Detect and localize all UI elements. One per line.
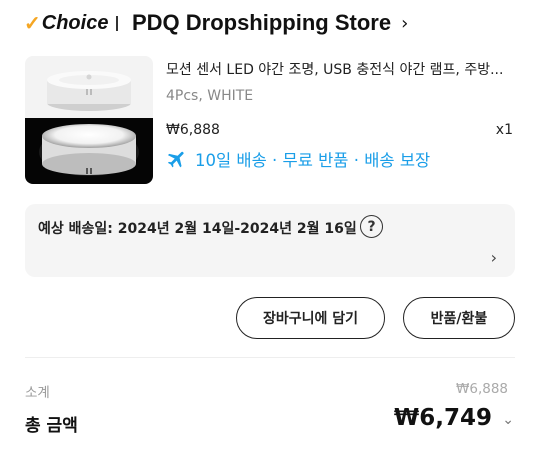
choice-logo: ✓ Choice xyxy=(24,11,108,36)
product-image-bottom xyxy=(25,118,153,184)
shipping-info: 10일 배송 · 무료 반품 · 배송 보장 xyxy=(166,147,430,171)
chevron-right-icon[interactable]: › xyxy=(491,248,497,267)
product-image[interactable] xyxy=(25,56,153,184)
subtotal-value: ₩6,888 xyxy=(456,381,508,397)
product-quantity: x1 xyxy=(495,122,513,138)
product-price: ₩6,888 xyxy=(166,122,220,138)
help-icon[interactable]: ? xyxy=(360,215,383,238)
subtotal-label: 소계 xyxy=(25,385,50,401)
store-header[interactable]: ✓ Choice PDQ Dropshipping Store › xyxy=(24,8,408,38)
header-divider xyxy=(116,15,118,31)
choice-label: Choice xyxy=(41,11,109,34)
shipping-text: 10일 배송 · 무료 반품 · 배송 보장 xyxy=(195,151,431,170)
airplane-icon xyxy=(167,151,184,168)
return-refund-button[interactable]: 반품/환불 xyxy=(403,297,515,339)
chevron-down-icon[interactable]: ⌄ xyxy=(502,412,514,428)
total-label: 총 금액 xyxy=(25,416,78,436)
check-icon: ✓ xyxy=(24,12,41,35)
divider xyxy=(25,357,515,358)
add-to-cart-button[interactable]: 장바구니에 담기 xyxy=(236,297,385,339)
product-title[interactable]: 모션 센서 LED 야간 조명, USB 충전식 야간 램프, 주방... xyxy=(166,59,516,79)
chevron-right-icon[interactable]: › xyxy=(401,13,408,34)
total-value: ₩6,749 xyxy=(393,405,492,431)
product-image-top xyxy=(25,56,153,118)
product-variant: 4Pcs, WHITE xyxy=(166,88,254,104)
delivery-estimate-text: 예상 배송일: 2024년 2월 14일-2024년 2월 16일 xyxy=(38,221,357,237)
delivery-estimate-box[interactable]: 예상 배송일: 2024년 2월 14일-2024년 2월 16일 ? › xyxy=(25,204,515,277)
store-name[interactable]: PDQ Dropshipping Store xyxy=(132,10,391,36)
